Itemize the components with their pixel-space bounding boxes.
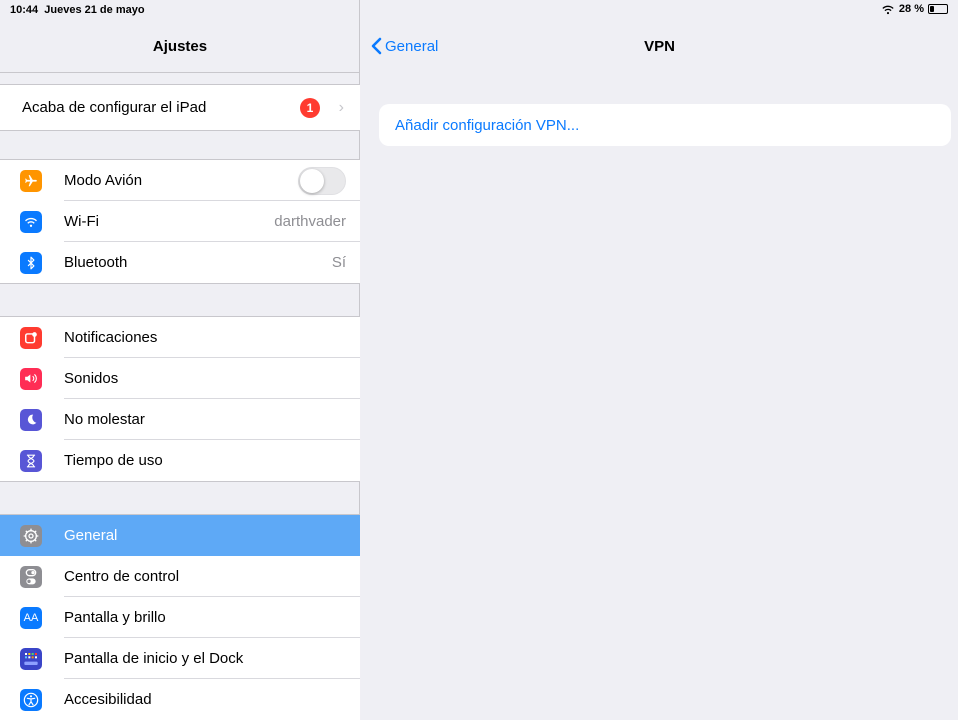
gear-icon (20, 524, 42, 547)
sidebar-item-screen-time[interactable]: Tiempo de uso (0, 440, 360, 481)
sidebar-item-sounds[interactable]: Sonidos (0, 358, 360, 399)
moon-icon (20, 408, 42, 431)
wifi-network-value: darthvader (274, 213, 346, 230)
sidebar-item-label: Centro de control (64, 568, 180, 585)
sidebar-item-bluetooth[interactable]: Bluetooth Sí (0, 242, 360, 283)
battery-fill (930, 6, 934, 12)
battery-percentage: 28 % (898, 3, 924, 15)
bluetooth-icon (20, 251, 42, 274)
wifi-signal-icon (882, 5, 894, 14)
status-date: Jueves 21 de mayo (44, 4, 145, 16)
sidebar-item-label: Wi-Fi (64, 213, 99, 230)
wifi-icon (20, 210, 42, 233)
ipad-setup-group: Acaba de configurar el iPad 1 › (0, 84, 360, 131)
sidebar-item-label: Notificaciones (64, 329, 158, 346)
sidebar-item-label: Pantalla y brillo (64, 609, 166, 626)
switches-icon (20, 565, 42, 588)
ipad-screen: Ajustes Acaba de configurar el iPad 1 › … (0, 0, 958, 720)
toggle-knob (300, 168, 324, 193)
notifications-group: Notificaciones Sonidos No molestar Tiemp… (0, 316, 360, 482)
sidebar-item-display-brightness[interactable]: AA Pantalla y brillo (0, 597, 360, 638)
notifications-icon (20, 326, 42, 349)
sidebar-item-general[interactable]: General (0, 515, 360, 556)
sidebar-item-accessibility[interactable]: Accesibilidad (0, 679, 360, 720)
sidebar-item-label: Modo Avión (64, 172, 143, 189)
home-screen-icon (20, 647, 42, 670)
sidebar-item-label: General (64, 527, 118, 544)
status-bar: 10:44 Jueves 21 de mayo 28 % (0, 0, 958, 20)
status-indicators: 28 % (881, 3, 948, 15)
sidebar-item-home-screen-dock[interactable]: Pantalla de inicio y el Dock (0, 638, 360, 679)
page-title: VPN (644, 38, 675, 55)
sidebar-item-airplane-mode[interactable]: Modo Avión (0, 160, 360, 201)
add-vpn-configuration-button[interactable]: Añadir configuración VPN... (379, 104, 951, 146)
sidebar-title: Ajustes (152, 38, 208, 55)
ipad-setup-row[interactable]: Acaba de configurar el iPad 1 › (0, 85, 360, 130)
connectivity-group: Modo Avión Wi-Fi darthvader Bluetooth Sí (0, 159, 360, 284)
battery-icon (928, 4, 948, 14)
sidebar-item-do-not-disturb[interactable]: No molestar (0, 399, 360, 440)
notification-badge: 1 (300, 97, 320, 118)
sidebar-header-divider (0, 72, 360, 73)
sidebar-item-label: Accesibilidad (64, 691, 152, 708)
sidebar-item-label: Pantalla de inicio y el Dock (64, 650, 244, 667)
sidebar-item-wifi[interactable]: Wi-Fi darthvader (0, 201, 360, 242)
settings-sidebar: Ajustes Acaba de configurar el iPad 1 › … (0, 0, 360, 720)
sidebar-item-notifications[interactable]: Notificaciones (0, 317, 360, 358)
chevron-right-icon: › (338, 98, 344, 116)
airplane-icon (20, 169, 42, 192)
sounds-icon (20, 367, 42, 390)
bluetooth-status-value: Sí (331, 254, 346, 271)
hourglass-icon (20, 449, 42, 472)
vpn-detail-pane: General VPN Añadir configuración VPN... (361, 0, 958, 720)
text-size-icon: AA (20, 606, 42, 629)
ipad-setup-label: Acaba de configurar el iPad (22, 99, 207, 116)
sidebar-item-label: Bluetooth (64, 254, 128, 271)
status-clock: 10:44 (10, 4, 39, 16)
sidebar-item-label: Tiempo de uso (64, 452, 163, 469)
airplane-mode-toggle[interactable] (298, 166, 346, 195)
sidebar-item-control-center[interactable]: Centro de control (0, 556, 360, 597)
accessibility-icon (20, 688, 42, 711)
general-group: General Centro de control AA Pantalla y … (0, 514, 360, 720)
sidebar-item-label: Sonidos (64, 370, 119, 387)
sidebar-item-label: No molestar (64, 411, 145, 428)
add-vpn-configuration-label: Añadir configuración VPN... (395, 116, 580, 134)
status-time: 10:44 Jueves 21 de mayo (10, 4, 145, 16)
